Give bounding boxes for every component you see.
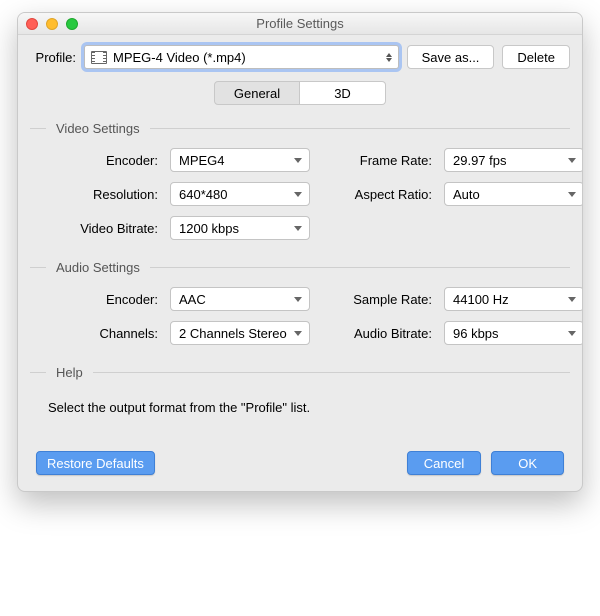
- frame-rate-label: Frame Rate:: [322, 153, 432, 168]
- chevron-down-icon: [294, 192, 302, 197]
- chevron-down-icon: [568, 331, 576, 336]
- minimize-icon[interactable]: [46, 18, 58, 30]
- resolution-select[interactable]: 640*480: [170, 182, 310, 206]
- updown-icon: [386, 53, 392, 62]
- video-bitrate-select[interactable]: 1200 kbps: [170, 216, 310, 240]
- ok-button[interactable]: OK: [491, 451, 564, 475]
- profile-select-value: MPEG-4 Video (*.mp4): [113, 50, 246, 65]
- video-encoder-label: Encoder:: [48, 153, 158, 168]
- restore-defaults-button[interactable]: Restore Defaults: [36, 451, 155, 475]
- profile-row: Profile: MPEG-4 Video (*.mp4) Save as...…: [30, 45, 570, 69]
- zoom-icon[interactable]: [66, 18, 78, 30]
- mpeg4-format-icon: [91, 51, 107, 64]
- channels-select[interactable]: 2 Channels Stereo: [170, 321, 310, 345]
- profile-select[interactable]: MPEG-4 Video (*.mp4): [84, 45, 399, 69]
- chevron-down-icon: [294, 158, 302, 163]
- chevron-down-icon: [568, 297, 576, 302]
- resolution-label: Resolution:: [48, 187, 158, 202]
- footer: Restore Defaults Cancel OK: [30, 449, 570, 477]
- sample-rate-label: Sample Rate:: [322, 292, 432, 307]
- audio-bitrate-select[interactable]: 96 kbps: [444, 321, 583, 345]
- video-settings-group: Video Settings Encoder: MPEG4 Frame Rate…: [30, 121, 570, 240]
- profile-label: Profile:: [30, 50, 76, 65]
- video-bitrate-label: Video Bitrate:: [48, 221, 158, 236]
- chevron-down-icon: [568, 158, 576, 163]
- tab-3d[interactable]: 3D: [300, 81, 386, 105]
- tab-bar: General 3D: [30, 81, 570, 105]
- aspect-ratio-select[interactable]: Auto: [444, 182, 583, 206]
- video-settings-header: Video Settings: [30, 121, 570, 136]
- delete-button[interactable]: Delete: [502, 45, 570, 69]
- channels-label: Channels:: [48, 326, 158, 341]
- cancel-button[interactable]: Cancel: [407, 451, 481, 475]
- save-as-button[interactable]: Save as...: [407, 45, 495, 69]
- titlebar: Profile Settings: [18, 13, 582, 35]
- chevron-down-icon: [294, 331, 302, 336]
- audio-bitrate-label: Audio Bitrate:: [322, 326, 432, 341]
- audio-settings-header: Audio Settings: [30, 260, 570, 275]
- close-icon[interactable]: [26, 18, 38, 30]
- chevron-down-icon: [568, 192, 576, 197]
- audio-encoder-select[interactable]: AAC: [170, 287, 310, 311]
- aspect-ratio-label: Aspect Ratio:: [322, 187, 432, 202]
- sample-rate-select[interactable]: 44100 Hz: [444, 287, 583, 311]
- audio-settings-group: Audio Settings Encoder: AAC Sample Rate:…: [30, 260, 570, 345]
- help-text: Select the output format from the "Profi…: [30, 392, 570, 445]
- help-group: Help Select the output format from the "…: [30, 365, 570, 445]
- chevron-down-icon: [294, 297, 302, 302]
- profile-settings-window: Profile Settings Profile: MPEG-4 Video (…: [17, 12, 583, 492]
- window-title: Profile Settings: [256, 16, 343, 31]
- window-controls: [26, 18, 78, 30]
- frame-rate-select[interactable]: 29.97 fps: [444, 148, 583, 172]
- help-header: Help: [30, 365, 570, 380]
- chevron-down-icon: [294, 226, 302, 231]
- video-encoder-select[interactable]: MPEG4: [170, 148, 310, 172]
- audio-encoder-label: Encoder:: [48, 292, 158, 307]
- tab-general[interactable]: General: [214, 81, 300, 105]
- content: Profile: MPEG-4 Video (*.mp4) Save as...…: [18, 35, 582, 491]
